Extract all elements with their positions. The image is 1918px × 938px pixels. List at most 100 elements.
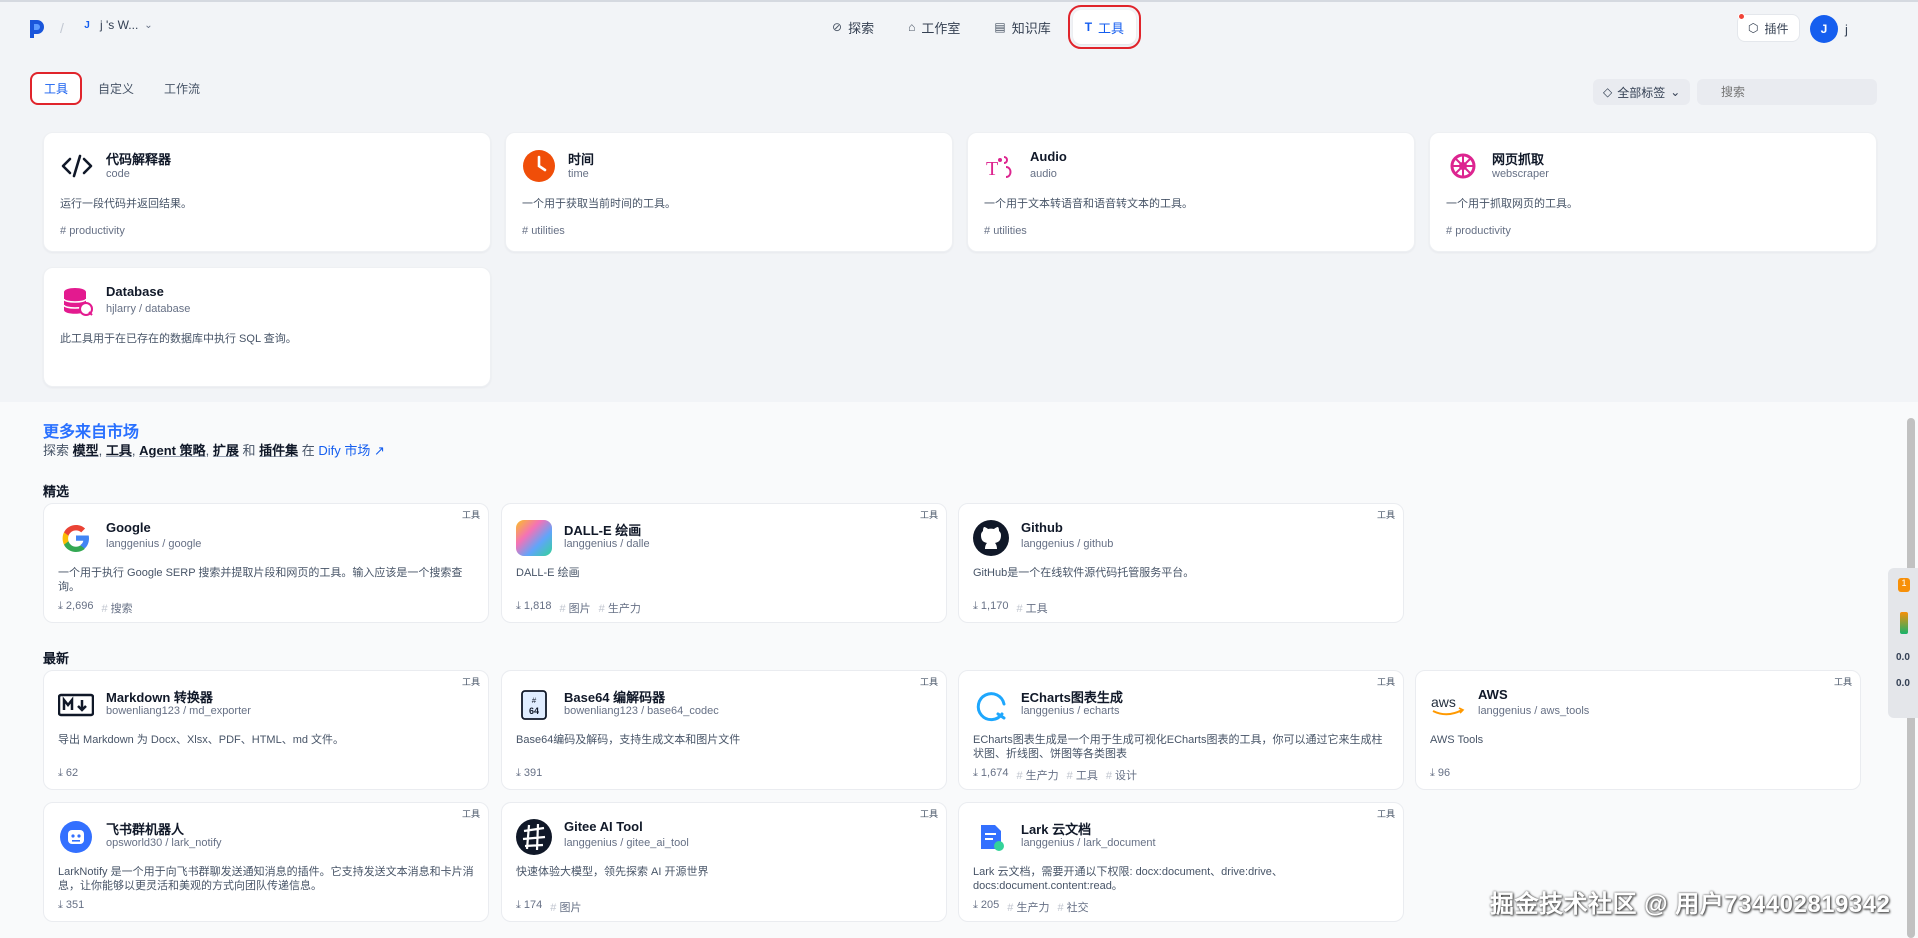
nav-knowledge[interactable]: ▤ 知识库 [982,10,1062,44]
tool-sub: hjlarry / database [106,303,191,315]
dify-logo[interactable] [30,20,44,38]
nav-studio[interactable]: ⌂ 工作室 [896,10,972,44]
robot-icon: ⌂ [908,20,916,34]
book-icon: ▤ [994,20,1006,34]
tab-custom[interactable]: 自定义 [86,74,146,103]
avatar[interactable]: J [1810,15,1838,43]
clock-icon [522,149,556,183]
network-monitor-widget[interactable]: 1 0.0 0.0 [1888,568,1918,718]
tool-tag-label: productivity [69,225,125,237]
code-icon [60,149,94,183]
marketplace-subtitle: 探索 模型, 工具, Agent 策略, 扩展 和 插件集 在 Dify 市场 … [43,443,385,458]
tool-icon: T [1084,20,1093,34]
subtitle-agent[interactable]: Agent 策略 [139,443,205,458]
tool-card-database[interactable]: Database hjlarry / database 此工具用于在已存在的数据… [43,267,491,387]
download-count: 205 [973,899,999,915]
subtitle-models[interactable]: 模型 [73,443,99,458]
nav-explore[interactable]: ⊘ 探索 [820,10,886,44]
marketplace-title: 更多来自市场 [43,424,140,441]
tool-card-webscraper[interactable]: 网页抓取 webscraper 一个用于抓取网页的工具。 # productiv… [1429,132,1877,252]
tag-filter-dropdown[interactable]: ◇ 全部标签 ⌄ [1593,79,1691,105]
tab-workflow[interactable]: 工作流 [152,74,212,103]
nav-explore-label: 探索 [848,20,875,36]
tool-card-audio[interactable]: T Audio audio 一个用于文本转语音和语音转文本的工具。 # util… [967,132,1415,252]
search-input[interactable] [1697,79,1877,105]
plugin-tag: 社交 [1057,899,1089,915]
tool-tag-label: utilities [531,225,565,237]
plugin-tag: 生产力 [1016,767,1059,783]
plugin-card-lark-doc[interactable]: 工具 Lark 云文档 langgenius / lark_document L… [958,802,1404,922]
svg-text:aws: aws [1431,694,1456,710]
dify-market-link[interactable]: Dify 市场 ↗ [318,443,385,458]
download-count: 2,696 [58,600,94,616]
download-count: 1,674 [973,767,1009,783]
tool-card-code[interactable]: 代码解释器 code 运行一段代码并返回结果。 # productivity [43,132,491,252]
subtitle-tools[interactable]: 工具 [106,443,132,458]
plugin-card-lark-notify[interactable]: 工具 飞书群机器人 opsworld30 / lark_notify LarkN… [43,802,489,922]
tool-desc: 一个用于抓取网页的工具。 [1446,198,1578,210]
plugin-name: Gitee AI Tool [564,819,643,834]
plugins-label: 插件 [1764,21,1789,36]
tag-icon: ◇ [1603,85,1613,99]
plugin-name: Markdown 转换器 [106,690,213,705]
plugin-card-dalle[interactable]: 工具 DALL-E 绘画 langgenius / dalle DALL-E 绘… [501,503,947,623]
type-badge: 工具 [919,677,938,687]
plugin-tag: 生产力 [1007,899,1049,915]
plugin-desc: LarkNotify 是一个用于向飞书群聊发送通知消息的插件。它支持发送文本消息… [58,866,474,892]
featured-heading: 精选 [43,484,70,499]
plugin-card-echarts[interactable]: 工具 ECharts图表生成 langgenius / echarts ECha… [958,670,1404,790]
breadcrumb-separator: / [60,20,64,36]
tool-sub: audio [1030,168,1057,180]
plugin-sub: langgenius / google [106,538,202,550]
plugin-card-gitee[interactable]: 工具 Gitee AI Tool langgenius / gitee_ai_t… [501,802,947,922]
type-badge: 工具 [461,677,480,687]
plugin-card-base64[interactable]: 工具 #64 Base64 编解码器 bowenliang123 / base6… [501,670,947,790]
tool-tag: # utilities [984,225,1027,237]
plugin-card-google[interactable]: 工具 Google langgenius / google 一个用于执行 Goo… [43,503,489,623]
plugin-desc: AWS Tools [1430,734,1484,746]
tool-tag-label: productivity [1455,225,1511,237]
subtitle-and: 和 [242,443,256,458]
plugin-name: ECharts图表生成 [1021,690,1123,705]
database-icon [60,284,94,318]
download-count: 96 [1430,767,1450,780]
chevron-down-icon: ⌄ [144,19,153,31]
plugin-desc: ECharts图表生成是一个用于生成可视化ECharts图表的工具，你可以通过它… [973,734,1383,760]
google-icon [58,520,94,556]
tab-tools[interactable]: 工具 [29,72,83,105]
tool-tag: # productivity [1446,225,1511,237]
workspace-switcher[interactable]: J j 's W... ⌄ [80,18,153,32]
plugin-meta: 391 [516,767,542,780]
tool-name: 网页抓取 [1492,152,1545,167]
nav-tools-label: 工具 [1098,20,1125,36]
svg-text:64: 64 [529,706,539,716]
plugin-tag: 工具 [1016,600,1048,616]
echarts-icon [973,687,1009,723]
plugin-card-markdown[interactable]: 工具 Markdown 转换器 bowenliang123 / md_expor… [43,670,489,790]
document-icon [973,819,1009,855]
nav-tools[interactable]: T 工具 [1067,5,1142,49]
plugin-sub: langgenius / github [1021,538,1114,550]
nav-studio-label: 工作室 [921,20,961,36]
workspace-name: j 's W... [100,18,139,32]
tool-card-time[interactable]: 时间 time 一个用于获取当前时间的工具。 # utilities [505,132,953,252]
plugin-desc: GitHub是一个在线软件源代码托管服务平台。 [973,567,1195,579]
gitee-icon [516,819,552,855]
chevron-down-icon: ⌄ [1670,85,1681,99]
svg-text:T: T [986,158,998,180]
plugin-card-github[interactable]: 工具 Github langgenius / github GitHub是一个在… [958,503,1404,623]
plugin-card-aws[interactable]: 工具 aws AWS langgenius / aws_tools AWS To… [1415,670,1861,790]
tag-filter-label: 全部标签 [1617,85,1666,100]
subtitle-bundles[interactable]: 插件集 [259,443,298,458]
download-count: 174 [516,899,542,915]
tool-tabs: 工具 自定义 工作流 [29,72,212,105]
plugin-name: AWS [1478,687,1508,702]
plugin-desc: Base64编码及解码，支持生成文本和图片文件 [516,734,741,746]
tool-name: Audio [1030,149,1067,164]
subtitle-extensions[interactable]: 扩展 [213,443,239,458]
plugin-sub: bowenliang123 / base64_codec [564,705,719,717]
plugins-button[interactable]: ⬡ 插件 [1737,13,1800,42]
tool-name: 时间 [568,152,595,167]
plugin-desc: DALL-E 绘画 [516,567,580,579]
user-name[interactable]: j [1845,22,1848,37]
